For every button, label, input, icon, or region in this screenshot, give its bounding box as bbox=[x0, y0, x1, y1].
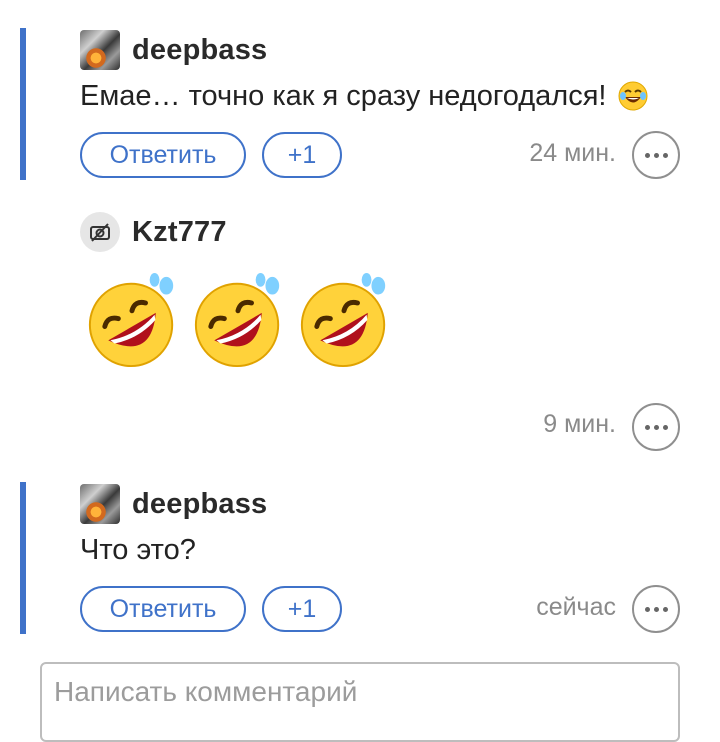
dot-icon bbox=[653, 606, 659, 612]
comment-text: Что это? bbox=[80, 533, 196, 566]
dot-icon bbox=[644, 606, 650, 612]
more-options-button[interactable] bbox=[632, 131, 680, 179]
avatar[interactable] bbox=[80, 484, 120, 524]
username[interactable]: Kzt777 bbox=[132, 216, 227, 249]
dot-icon bbox=[662, 152, 668, 158]
avatar[interactable] bbox=[80, 212, 120, 252]
dot-icon bbox=[644, 152, 650, 158]
rolling-laughing-emoji-icon bbox=[300, 272, 386, 368]
timestamp: сейчас bbox=[536, 593, 616, 621]
comment-header: deepbass bbox=[80, 30, 267, 70]
reply-accent-bar bbox=[20, 28, 26, 180]
more-options-button[interactable] bbox=[632, 585, 680, 633]
avatar[interactable] bbox=[80, 30, 120, 70]
comment-text-row: Что это? bbox=[80, 532, 196, 568]
comment-text: Емае… точно как я сразу недогодался! bbox=[80, 79, 607, 112]
reply-button[interactable]: Ответить bbox=[80, 586, 246, 632]
comment-input[interactable]: Написать комментарий bbox=[40, 662, 680, 742]
comment-header: deepbass bbox=[80, 484, 267, 524]
more-options-button[interactable] bbox=[632, 403, 680, 451]
comment-input-placeholder: Написать комментарий bbox=[54, 676, 358, 707]
username[interactable]: deepbass bbox=[132, 488, 267, 521]
comment-text-row: Емае… точно как я сразу недогодался! bbox=[80, 78, 649, 114]
rolling-laughing-emoji-icon bbox=[88, 272, 174, 368]
dot-icon bbox=[653, 152, 659, 158]
comment-header: Kzt777 bbox=[80, 212, 227, 252]
reply-accent-bar bbox=[20, 482, 26, 634]
username[interactable]: deepbass bbox=[132, 34, 267, 67]
timestamp: 24 мин. bbox=[529, 139, 616, 167]
dot-icon bbox=[644, 424, 650, 430]
plus-one-button[interactable]: +1 bbox=[262, 586, 342, 632]
no-photo-icon bbox=[90, 223, 110, 242]
laughing-tears-emoji-icon bbox=[618, 81, 647, 111]
reply-button[interactable]: Ответить bbox=[80, 132, 246, 178]
emoji-message bbox=[84, 272, 394, 370]
dot-icon bbox=[662, 424, 668, 430]
dot-icon bbox=[653, 424, 659, 430]
plus-one-button[interactable]: +1 bbox=[262, 132, 342, 178]
timestamp: 9 мин. bbox=[543, 410, 616, 438]
dot-icon bbox=[662, 606, 668, 612]
rolling-laughing-emoji-icon bbox=[194, 272, 280, 368]
